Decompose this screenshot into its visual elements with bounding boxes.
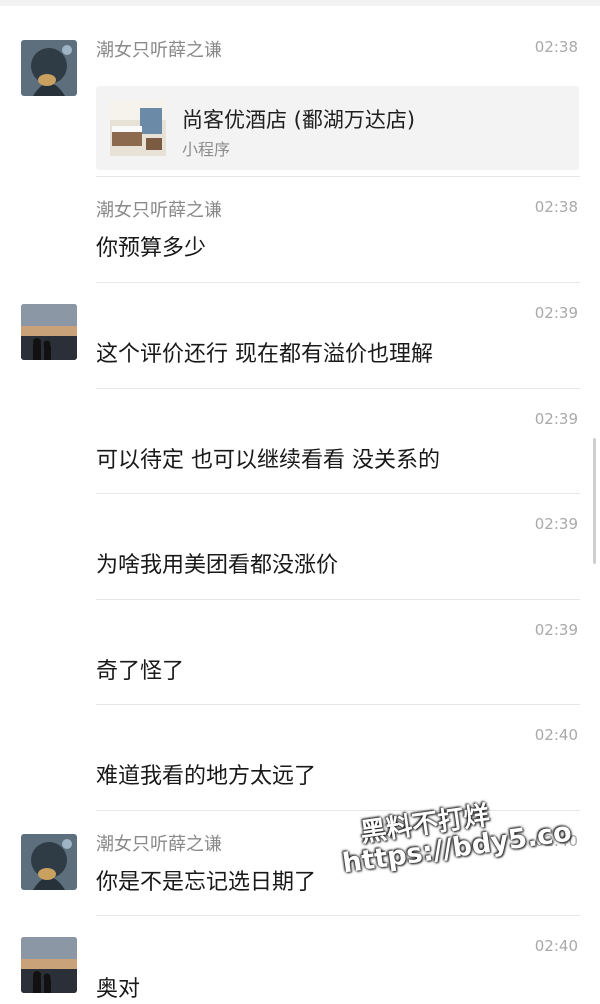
message-text: 奇了怪了 [96, 659, 185, 684]
message-text: 可以待定 也可以继续看看 没关系的 [96, 448, 440, 473]
message-text: 这个评价还行 现在都有溢价也理解 [96, 342, 433, 367]
avatar-hooded-girl[interactable] [21, 40, 77, 96]
chat-message: 02:39 这个评价还行 现在都有溢价也理解 [0, 282, 600, 388]
message-text: 你是不是忘记选日期了 [96, 870, 317, 895]
chat-message: 02:39 可以待定 也可以继续看看 没关系的 [0, 388, 600, 494]
message-time: 02:38 [534, 38, 578, 56]
message-text: 为啥我用美团看都没涨价 [96, 553, 339, 578]
sender-name: 潮女只听薛之谦 [96, 834, 222, 855]
sender-name: 潮女只听薛之谦 [96, 40, 222, 61]
chat-message: 02:39 为啥我用美团看都没涨价 [0, 493, 600, 599]
message-time: 02:39 [534, 304, 578, 322]
message-time: 02:38 [534, 198, 578, 216]
avatar-lake-sunset[interactable] [21, 304, 77, 360]
chat-message: 02:40 奥对 [0, 915, 600, 1004]
message-time: 02:40 [534, 937, 578, 955]
message-time: 02:40 [534, 726, 578, 744]
message-time: 02:39 [534, 621, 578, 639]
message-time: 02:39 [534, 515, 578, 533]
message-text: 难道我看的地方太远了 [96, 764, 317, 789]
chat-message: 潮女只听薛之谦 02:38 你预算多少 [0, 176, 600, 282]
message-time: 02:39 [534, 410, 578, 428]
top-divider [0, 0, 600, 6]
message-text: 奥对 [96, 977, 141, 1002]
avatar-lake-sunset[interactable] [21, 937, 77, 993]
mini-program-card[interactable]: 尚客优酒店 (鄱湖万达店) 小程序 [96, 86, 579, 170]
chat-message-hotel-card: 潮女只听薛之谦 02:38 尚客优酒店 (鄱湖万达店) 小程序 [0, 16, 600, 176]
hotel-room-thumbnail [110, 100, 166, 156]
message-text: 你预算多少 [96, 236, 207, 261]
avatar-hooded-girl[interactable] [21, 834, 77, 890]
card-title: 尚客优酒店 (鄱湖万达店) [182, 108, 416, 132]
scrollbar[interactable] [593, 438, 596, 564]
sender-name: 潮女只听薛之谦 [96, 200, 222, 221]
chat-message: 02:39 奇了怪了 [0, 599, 600, 705]
card-subtitle: 小程序 [182, 140, 231, 159]
